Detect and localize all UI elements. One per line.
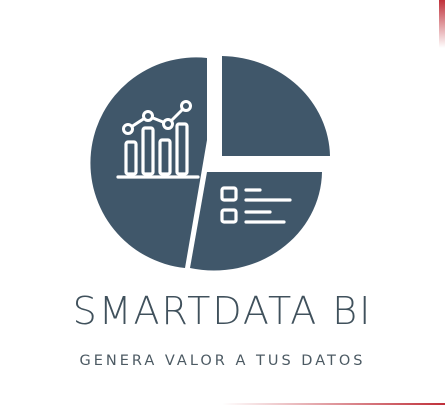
pie-slice-left (90, 57, 207, 268)
logo-mark (90, 56, 330, 271)
brand-name: SMARTDATA BI (72, 289, 373, 333)
edge-accent-top (439, 0, 445, 48)
pie-slice-top-right (222, 56, 330, 156)
brand-tagline: GENERA VALOR A TUS DATOS (79, 353, 366, 369)
